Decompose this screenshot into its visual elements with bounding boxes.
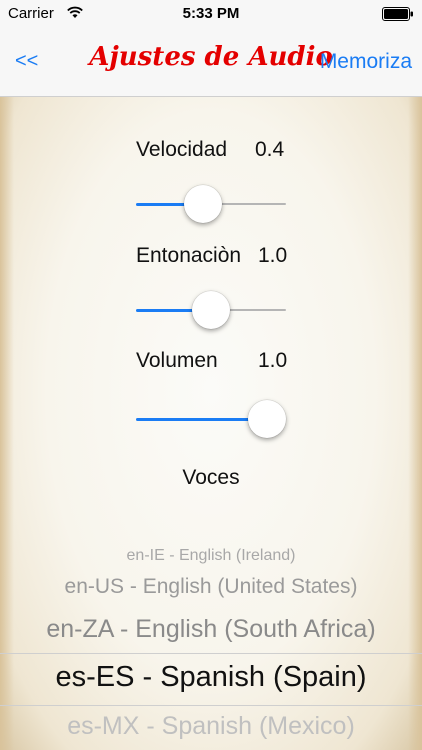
speed-value: 0.4 bbox=[255, 138, 285, 161]
volume-slider[interactable] bbox=[136, 399, 286, 439]
battery-icon bbox=[382, 7, 413, 21]
voice-option-selected[interactable]: es-ES - Spanish (Spain) bbox=[0, 661, 422, 694]
picker-selection-line-bottom bbox=[0, 705, 422, 706]
navigation-bar: << Ajustes de Audio Memoriza bbox=[0, 28, 422, 97]
volume-slider-thumb[interactable] bbox=[248, 400, 286, 438]
memorize-button[interactable]: Memoriza bbox=[320, 50, 412, 74]
volume-value: 1.0 bbox=[258, 349, 288, 372]
voice-option[interactable]: es-MX - Spanish (Mexico) bbox=[0, 712, 422, 741]
voice-option[interactable]: en-IE - English (Ireland) bbox=[0, 547, 422, 565]
pitch-slider-thumb[interactable] bbox=[192, 291, 230, 329]
pitch-slider[interactable] bbox=[136, 290, 286, 330]
clock: 5:33 PM bbox=[182, 5, 240, 22]
pitch-label: Entonaciòn bbox=[136, 244, 242, 267]
speed-slider[interactable] bbox=[136, 184, 286, 224]
status-bar: Carrier 5:33 PM bbox=[0, 0, 422, 28]
voice-option[interactable]: en-ZA - English (South Africa) bbox=[0, 615, 422, 644]
voices-label: Voces bbox=[182, 466, 240, 489]
pitch-value: 1.0 bbox=[258, 244, 288, 267]
speed-slider-thumb[interactable] bbox=[184, 185, 223, 223]
volume-label: Volumen bbox=[136, 349, 218, 372]
voice-picker[interactable]: en-IE - English (Ireland) en-US - Englis… bbox=[0, 535, 422, 750]
picker-selection-line-top bbox=[0, 653, 422, 654]
voice-option[interactable]: en-US - English (United States) bbox=[0, 575, 422, 599]
speed-label: Velocidad bbox=[136, 138, 228, 161]
